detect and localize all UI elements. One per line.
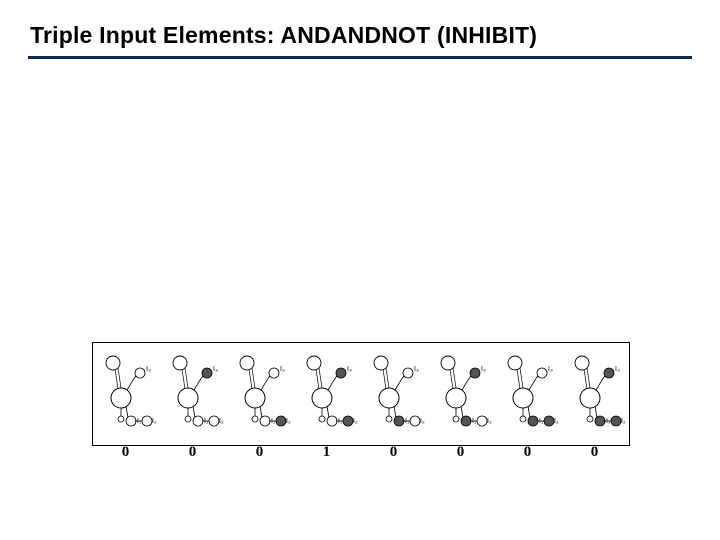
truth-cell: I₃ I₁ I₂: [160, 343, 227, 445]
svg-text:I₃: I₃: [280, 366, 285, 373]
truth-cell: I₃ I₁ I₂: [361, 343, 428, 445]
svg-text:I₁: I₁: [405, 418, 410, 425]
truth-cell: I₃ I₁ I₂: [294, 343, 361, 445]
slide: Triple Input Elements: ANDANDNOT (INHIBI…: [0, 0, 720, 540]
truth-cell: I₃ I₁ I₂: [495, 343, 562, 445]
svg-text:I₁: I₁: [137, 418, 142, 425]
truth-cell: I₃ I₁ I₂: [428, 343, 495, 445]
svg-text:I₁: I₁: [472, 418, 477, 425]
svg-text:I₃: I₃: [481, 366, 486, 373]
svg-text:I₃: I₃: [548, 366, 553, 373]
svg-text:I₁: I₁: [204, 418, 209, 425]
svg-text:I₁: I₁: [271, 418, 276, 425]
svg-text:I₂: I₂: [219, 418, 224, 425]
svg-text:I₂: I₂: [554, 418, 559, 425]
truth-figure-inner: I₃ I₁ I₂ I₃ I₁ I₂ I₃ I₁ I₂ I₃ I₁ I₂ I₃ I₁ I₂ I₃ I₁ I₂ I₃ I₁…: [93, 343, 629, 445]
svg-text:I₃: I₃: [213, 366, 218, 373]
output-value: 0: [360, 444, 427, 461]
svg-text:I₃: I₃: [146, 366, 151, 373]
svg-text:I₂: I₂: [152, 418, 157, 425]
svg-text:I₂: I₂: [286, 418, 291, 425]
output-value: 0: [427, 444, 494, 461]
svg-text:I₂: I₂: [420, 418, 425, 425]
output-value: 0: [561, 444, 628, 461]
svg-text:I₃: I₃: [414, 366, 419, 373]
output-value: 0: [159, 444, 226, 461]
slide-title: Triple Input Elements: ANDANDNOT (INHIBI…: [30, 22, 537, 49]
output-value-row: 00010000: [92, 444, 628, 468]
svg-text:I₃: I₃: [347, 366, 352, 373]
output-value: 0: [92, 444, 159, 461]
svg-text:I₁: I₁: [539, 418, 544, 425]
svg-text:I₁: I₁: [606, 418, 611, 425]
svg-text:I₁: I₁: [338, 418, 343, 425]
truth-figure-frame: I₃ I₁ I₂ I₃ I₁ I₂ I₃ I₁ I₂ I₃ I₁ I₂ I₃ I₁ I₂ I₃ I₁ I₂ I₃ I₁…: [92, 342, 630, 446]
output-value: 0: [494, 444, 561, 461]
truth-cell: I₃ I₁ I₂: [93, 343, 160, 445]
title-underline: [28, 56, 692, 59]
svg-text:I₂: I₂: [353, 418, 358, 425]
svg-text:I₂: I₂: [487, 418, 492, 425]
truth-cell: I₃ I₁ I₂: [227, 343, 294, 445]
truth-cell: I₃ I₁ I₂: [562, 343, 629, 445]
output-value: 1: [293, 444, 360, 461]
output-value: 0: [226, 444, 293, 461]
svg-text:I₂: I₂: [621, 418, 626, 425]
svg-text:I₃: I₃: [615, 366, 620, 373]
